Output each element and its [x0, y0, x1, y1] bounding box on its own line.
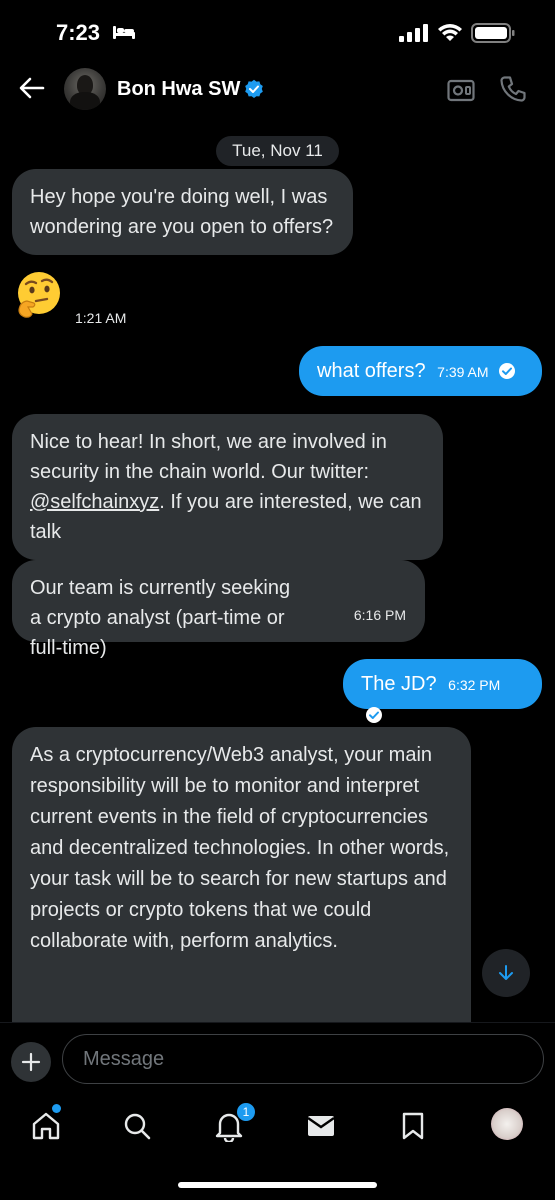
thinking-face-emoji[interactable]: [14, 270, 64, 320]
arrow-down-icon: [499, 965, 513, 980]
plus-icon: [21, 1052, 41, 1072]
incoming-message[interactable]: As a cryptocurrency/Web3 analyst, your m…: [12, 727, 471, 1057]
nav-search[interactable]: [119, 1108, 155, 1144]
wifi-icon: [438, 24, 462, 41]
incoming-message[interactable]: Our team is currently seeking a crypto a…: [12, 560, 425, 659]
video-call-icon[interactable]: [446, 75, 476, 105]
message-text: Our team is currently seeking a crypto a…: [30, 577, 291, 659]
message-timestamp: 6:16 PM: [353, 607, 406, 623]
verified-badge-icon: [245, 79, 263, 98]
message-timestamp: 7:39 AM: [437, 364, 489, 380]
contact-name[interactable]: Bon Hwa SW: [117, 78, 240, 101]
incoming-message[interactable]: Hey hope you're doing well, I was wonder…: [12, 169, 353, 255]
profile-avatar[interactable]: [491, 1108, 523, 1140]
sleep-focus-icon: [113, 26, 135, 39]
bookmark-icon: [402, 1112, 424, 1140]
message-timestamp: 1:21 AM: [75, 310, 127, 326]
search-icon: [124, 1113, 151, 1140]
mail-icon: [307, 1116, 335, 1136]
nav-bookmarks[interactable]: [395, 1108, 431, 1144]
mention-link[interactable]: @selfchainxyz: [30, 491, 159, 513]
phone-icon[interactable]: [498, 74, 528, 104]
incoming-message[interactable]: Nice to hear! In short, we are involved …: [12, 414, 443, 560]
message-input[interactable]: [62, 1034, 544, 1084]
message-text: Hey hope you're doing well, I was wonder…: [30, 186, 334, 238]
notification-count-badge: 1: [236, 1102, 256, 1122]
message-text: As a cryptocurrency/Web3 analyst, your m…: [30, 744, 450, 952]
message-composer: [0, 1022, 555, 1094]
nav-home[interactable]: [28, 1108, 64, 1144]
add-attachment-button[interactable]: [11, 1042, 51, 1082]
read-check-icon: [366, 707, 382, 723]
back-arrow-icon[interactable]: [18, 74, 46, 102]
contact-avatar[interactable]: [64, 68, 106, 110]
outgoing-message[interactable]: what offers? 7:39 AM: [299, 346, 542, 396]
home-indicator: [178, 1182, 377, 1188]
read-check-icon: [499, 363, 516, 379]
avatar-body: [70, 92, 100, 110]
outgoing-message[interactable]: The JD? 6:32 PM: [343, 659, 542, 723]
message-timestamp: 6:32 PM: [448, 677, 501, 693]
date-separator: Tue, Nov 11: [216, 136, 339, 166]
status-time: 7:23: [56, 20, 101, 45]
conversation-header: Bon Hwa SW: [0, 62, 555, 118]
home-icon: [32, 1112, 60, 1140]
scroll-to-bottom-button[interactable]: [482, 949, 530, 997]
message-text: The JD?: [361, 673, 437, 695]
nav-messages[interactable]: [303, 1108, 339, 1144]
home-unread-dot: [52, 1104, 61, 1113]
battery-icon: [471, 23, 515, 43]
message-text: Nice to hear! In short, we are involved …: [30, 431, 387, 483]
cellular-signal-icon: [399, 24, 428, 42]
status-bar: 7:23: [0, 0, 555, 62]
message-text: what offers?: [317, 360, 426, 382]
